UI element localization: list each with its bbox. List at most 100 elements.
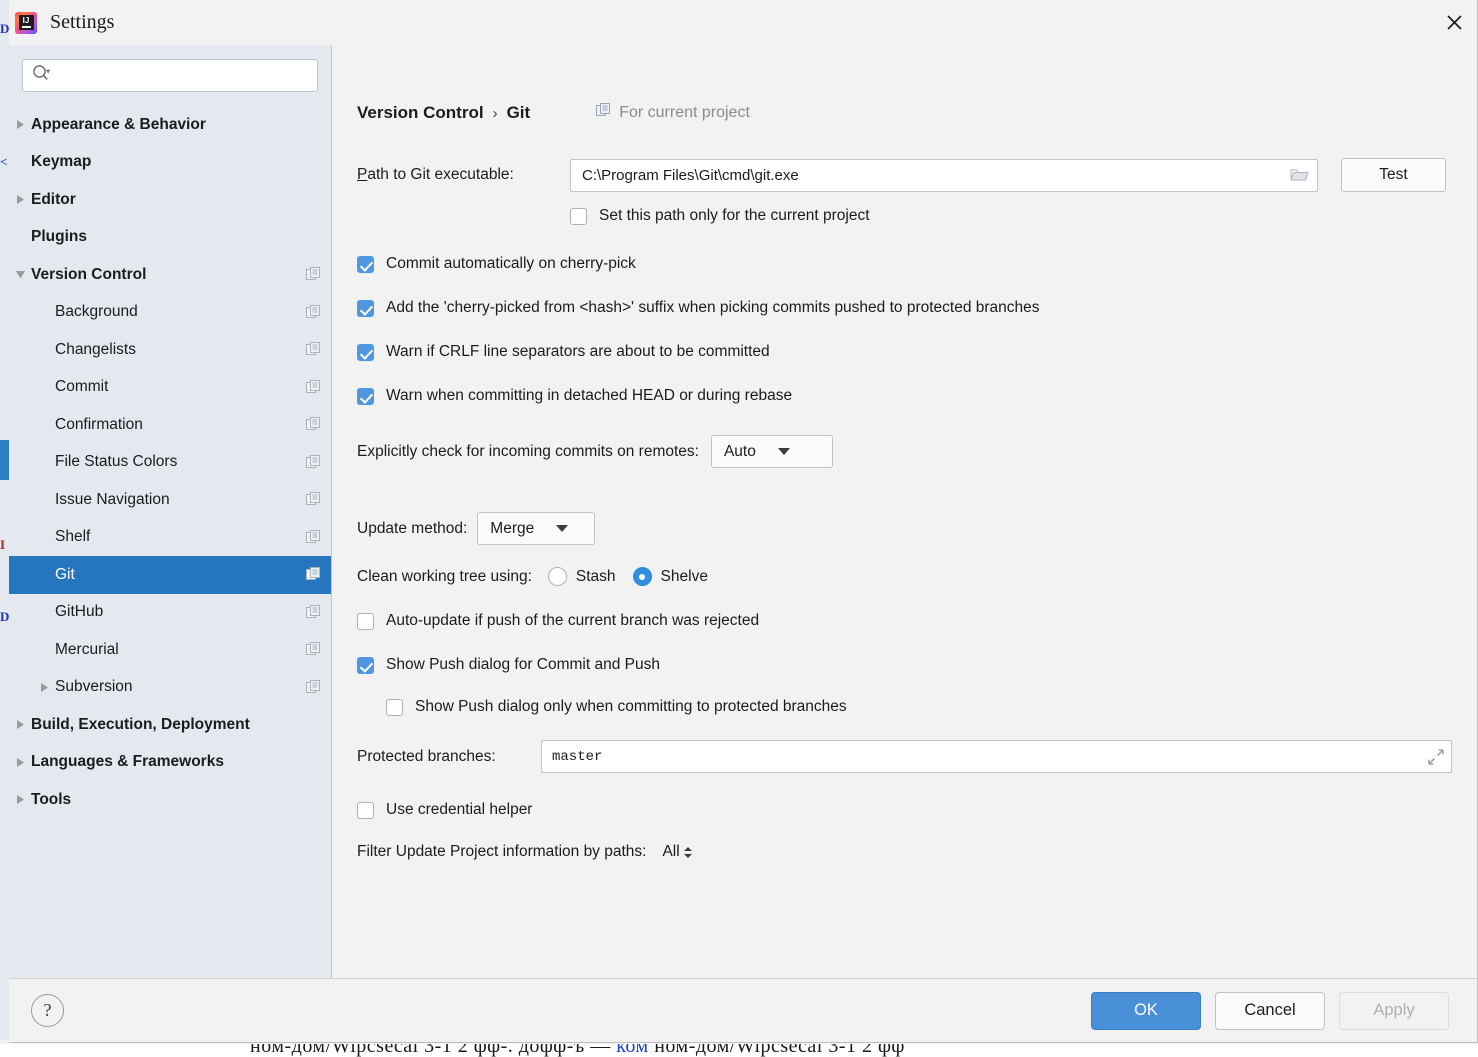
auto-update-rejected-row[interactable]: Auto-update if push of the current branc… [357, 612, 1477, 630]
show-push-dialog-protected-checkbox[interactable] [386, 699, 403, 716]
update-method-select[interactable]: Merge [477, 512, 595, 545]
sidebar-item-label: Git [55, 566, 75, 584]
sidebar-item-appearance-behavior[interactable]: Appearance & Behavior [9, 106, 331, 144]
background-window-left-sliver: D < I D [0, 0, 9, 1040]
git-checkbox-row-3[interactable]: Warn when committing in detached HEAD or… [357, 387, 1477, 405]
sidebar-item-git[interactable]: Git [9, 556, 331, 594]
sidebar-item-plugins[interactable]: Plugins [9, 219, 331, 257]
copy-icon [306, 492, 321, 507]
sidebar-item-label: Issue Navigation [55, 491, 170, 509]
sidebar-item-build-execution-deployment[interactable]: Build, Execution, Deployment [9, 706, 331, 744]
sidebar-item-commit[interactable]: Commit [9, 369, 331, 407]
breadcrumb-current: Git [507, 103, 531, 123]
show-push-dialog-protected-row[interactable]: Show Push dialog only when committing to… [386, 698, 1477, 716]
dialog-footer: ? OK Cancel Apply [9, 978, 1477, 1042]
chevron-down-icon[interactable] [9, 269, 31, 280]
breadcrumb-root[interactable]: Version Control [357, 103, 484, 123]
git-path-input[interactable] [580, 159, 1290, 192]
chevron-right-icon[interactable] [9, 119, 31, 130]
git-path-field[interactable] [570, 159, 1318, 192]
git-checkbox-row-0[interactable]: Commit automatically on cherry-pick [357, 255, 1477, 273]
set-path-current-project-row[interactable]: Set this path only for the current proje… [570, 207, 1477, 225]
spinner-arrows-icon[interactable] [684, 847, 692, 858]
show-push-dialog-protected-label: Show Push dialog only when committing to… [415, 698, 847, 716]
sidebar-item-subversion[interactable]: Subversion [9, 669, 331, 707]
search-input[interactable] [52, 59, 317, 92]
set-path-current-project-checkbox[interactable] [570, 208, 587, 225]
git-checkbox-3[interactable] [357, 388, 374, 405]
copy-icon [306, 605, 321, 620]
update-method-label: Update method: [357, 520, 467, 538]
auto-update-rejected-checkbox[interactable] [357, 613, 374, 630]
show-push-dialog-checkbox[interactable] [357, 657, 374, 674]
settings-dialog: IJ Settings [9, 0, 1478, 1043]
filter-update-value[interactable]: All [662, 843, 679, 861]
sidebar-item-label: Changelists [55, 341, 136, 359]
search-box[interactable] [22, 59, 318, 92]
sidebar-item-label: Commit [55, 378, 108, 396]
folder-icon[interactable] [1290, 167, 1309, 183]
clean-working-tree-option-stash[interactable]: Stash [548, 567, 616, 586]
sidebar-item-version-control[interactable]: Version Control [9, 256, 331, 294]
shelve-radio[interactable] [633, 567, 652, 586]
use-credential-helper-row[interactable]: Use credential helper [357, 801, 1477, 819]
chevron-down-icon [778, 448, 790, 455]
chevron-right-icon[interactable] [9, 194, 31, 205]
sidebar-item-shelf[interactable]: Shelf [9, 519, 331, 557]
sidebar-item-issue-navigation[interactable]: Issue Navigation [9, 481, 331, 519]
incoming-commits-select[interactable]: Auto [711, 435, 833, 468]
git-checkbox-row-2[interactable]: Warn if CRLF line separators are about t… [357, 343, 1477, 361]
copy-icon [306, 642, 321, 657]
use-credential-helper-checkbox[interactable] [357, 802, 374, 819]
sidebar-item-label: GitHub [55, 603, 103, 621]
sidebar-item-mercurial[interactable]: Mercurial [9, 631, 331, 669]
sidebar-item-file-status-colors[interactable]: File Status Colors [9, 444, 331, 482]
chevron-right-icon[interactable] [9, 794, 31, 805]
clean-working-tree-row: Clean working tree using: Stash Shelve [357, 567, 1477, 586]
ok-button[interactable]: OK [1091, 992, 1201, 1030]
close-icon[interactable] [1431, 0, 1477, 45]
chevron-down-icon [556, 525, 568, 532]
search-wrapper [9, 45, 331, 92]
show-push-dialog-row[interactable]: Show Push dialog for Commit and Push [357, 656, 1477, 674]
copy-icon [306, 530, 321, 545]
protected-branches-field[interactable] [541, 740, 1452, 773]
chevron-right-icon[interactable] [33, 682, 55, 693]
git-path-row: Path to Git executable: Test [357, 158, 1477, 192]
git-checkbox-label-3: Warn when committing in detached HEAD or… [386, 387, 792, 405]
sidebar-item-languages-frameworks[interactable]: Languages & Frameworks [9, 744, 331, 782]
test-button[interactable]: Test [1341, 158, 1446, 192]
git-checkbox-label-0: Commit automatically on cherry-pick [386, 255, 636, 273]
git-checkbox-group: Commit automatically on cherry-pick Add t… [357, 255, 1477, 405]
sidebar-item-label: Build, Execution, Deployment [31, 716, 250, 734]
cancel-button[interactable]: Cancel [1215, 992, 1325, 1030]
git-checkbox-row-1[interactable]: Add the 'cherry-picked from <hash>' suff… [357, 299, 1477, 317]
stash-radio[interactable] [548, 567, 567, 586]
help-button[interactable]: ? [31, 994, 64, 1027]
filter-update-row: Filter Update Project information by pat… [357, 843, 1477, 861]
sidebar-item-changelists[interactable]: Changelists [9, 331, 331, 369]
git-checkbox-0[interactable] [357, 256, 374, 273]
git-checkbox-1[interactable] [357, 300, 374, 317]
sidebar-item-github[interactable]: GitHub [9, 594, 331, 632]
sidebar-item-tools[interactable]: Tools [9, 781, 331, 819]
sidebar-item-background[interactable]: Background [9, 294, 331, 332]
sidebar-item-label: Appearance & Behavior [31, 116, 206, 134]
copy-icon [306, 567, 321, 582]
update-method-value: Merge [490, 520, 534, 538]
git-checkbox-2[interactable] [357, 344, 374, 361]
apply-button[interactable]: Apply [1339, 992, 1449, 1030]
sidebar-item-confirmation[interactable]: Confirmation [9, 406, 331, 444]
protected-branches-input[interactable] [550, 740, 1427, 773]
expand-icon[interactable] [1427, 748, 1445, 766]
sidebar-item-editor[interactable]: Editor [9, 181, 331, 219]
chevron-right-icon[interactable] [9, 757, 31, 768]
clean-working-tree-option-shelve[interactable]: Shelve [633, 567, 708, 586]
auto-update-rejected-label: Auto-update if push of the current branc… [386, 612, 759, 630]
dialog-titlebar: IJ Settings [9, 0, 1477, 45]
breadcrumb: Version Control › Git For current projec… [357, 100, 1477, 126]
sidebar-item-keymap[interactable]: Keymap [9, 144, 331, 182]
chevron-right-icon[interactable] [9, 719, 31, 730]
sidebar-item-label: Subversion [55, 678, 133, 696]
sidebar-item-label: Tools [31, 791, 71, 809]
